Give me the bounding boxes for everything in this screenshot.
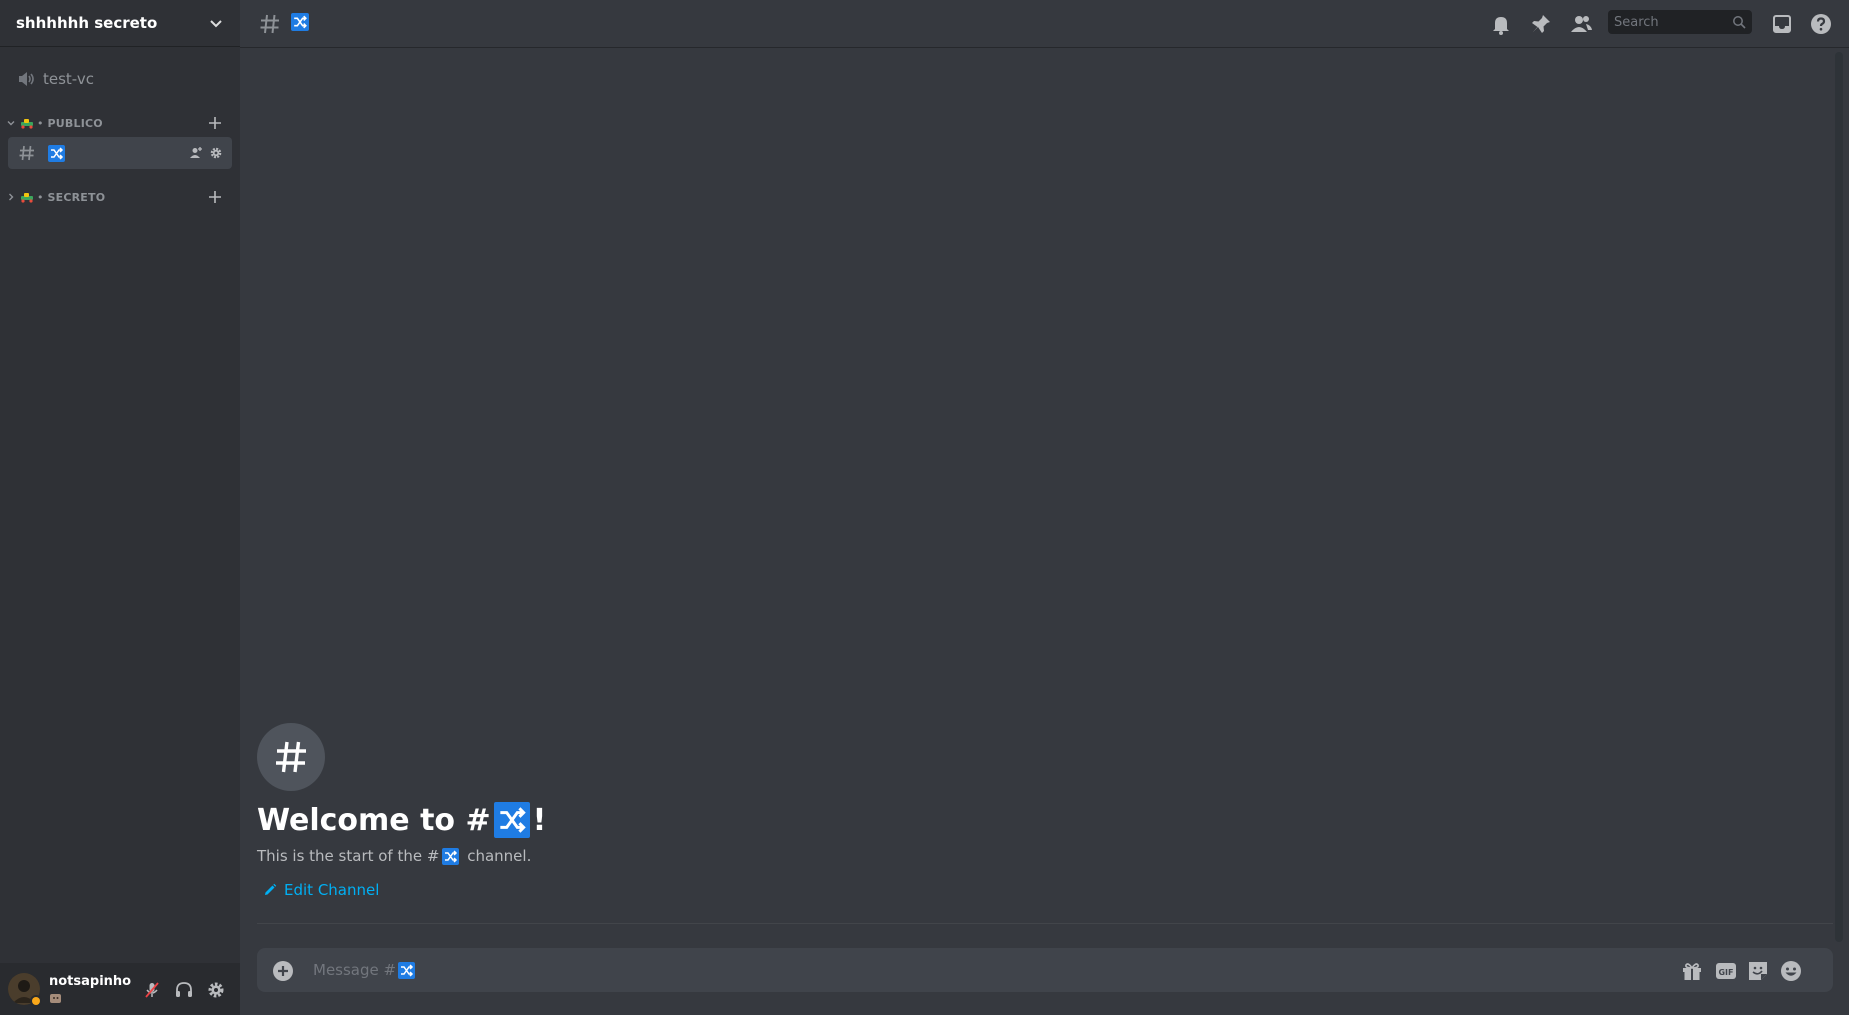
edit-channel-label: Edit Channel: [284, 881, 380, 899]
shuffle-emoji-icon: [398, 961, 416, 979]
category-emoji-icon: [21, 119, 33, 129]
welcome-hash-icon: [257, 723, 325, 791]
shuffle-emoji-icon: [493, 802, 530, 838]
gift-icon[interactable]: [1680, 959, 1704, 983]
channel-item-active[interactable]: [8, 137, 232, 169]
welcome-title: Welcome to # !: [257, 800, 546, 840]
chevron-right-icon: [9, 193, 14, 201]
hash-icon: [19, 145, 34, 161]
hash-icon: [260, 14, 279, 34]
server-name: shhhhhh secreto: [16, 14, 158, 32]
welcome-subtitle: This is the start of the # channel.: [257, 846, 531, 866]
welcome-sub-suffix: channel.: [462, 847, 532, 865]
channel-shuffle-emoji-icon: [291, 13, 309, 31]
category-publico[interactable]: • PUBLICO: [0, 113, 240, 133]
message-placeholder: Message #: [313, 961, 397, 979]
mic-muted-icon[interactable]: [142, 980, 162, 1000]
message-composer[interactable]: Message # GIF: [257, 948, 1833, 992]
headphones-icon[interactable]: [174, 980, 194, 1000]
voice-channel-test-vc[interactable]: test-vc: [8, 66, 232, 91]
edit-channel-link[interactable]: Edit Channel: [263, 879, 379, 901]
category-label: PUBLICO: [47, 116, 103, 130]
bell-icon[interactable]: [1489, 12, 1513, 36]
pencil-icon: [265, 883, 277, 895]
create-channel-plus-icon[interactable]: [208, 116, 222, 130]
shuffle-emoji-icon: [48, 144, 65, 162]
message-input[interactable]: Message #: [313, 960, 416, 980]
username: notsapinho: [49, 974, 132, 989]
search-input[interactable]: [1614, 10, 1724, 34]
voice-channel-label: test-vc: [43, 69, 94, 88]
sticker-icon[interactable]: [1746, 959, 1770, 983]
channel-sidebar: shhhhhh secreto test-vc • PUBLICO • SECR…: [0, 0, 240, 1015]
channel-header: [240, 0, 1849, 48]
gif-icon[interactable]: GIF: [1714, 959, 1738, 983]
scrollbar[interactable]: [1835, 52, 1843, 942]
chevron-down-icon: [7, 121, 15, 126]
custom-status-emoji-icon: [50, 994, 61, 1003]
welcome-title-prefix: Welcome to #: [257, 802, 491, 838]
pin-icon[interactable]: [1529, 12, 1553, 36]
add-attachment-icon[interactable]: [272, 960, 294, 982]
chat-area: Welcome to # ! This is the start of the …: [240, 0, 1849, 1015]
speaker-icon: [19, 71, 34, 86]
user-panel: notsapinho: [0, 963, 240, 1015]
invite-user-icon[interactable]: [189, 146, 203, 160]
emoji-icon[interactable]: [1779, 959, 1803, 983]
svg-text:GIF: GIF: [1718, 968, 1733, 977]
chevron-down-icon: [210, 20, 222, 28]
divider: [257, 923, 1833, 924]
avatar[interactable]: [8, 973, 42, 1007]
idle-status-icon: [30, 995, 42, 1007]
category-secreto[interactable]: • SECRETO: [0, 187, 240, 207]
inbox-icon[interactable]: [1770, 12, 1794, 36]
category-dot: •: [37, 190, 44, 204]
search-box[interactable]: [1608, 10, 1752, 34]
welcome-sub-prefix: This is the start of the #: [257, 847, 440, 865]
member-list-icon[interactable]: [1569, 12, 1593, 36]
category-dot: •: [37, 116, 44, 130]
category-emoji-icon: [21, 193, 33, 203]
discord-app: shhhhhh secreto test-vc • PUBLICO • SECR…: [0, 0, 1849, 1015]
user-settings-gear-icon[interactable]: [206, 980, 226, 1000]
help-icon[interactable]: [1809, 12, 1833, 36]
create-channel-plus-icon[interactable]: [208, 190, 222, 204]
server-header[interactable]: shhhhhh secreto: [0, 0, 240, 47]
gear-icon[interactable]: [209, 146, 223, 160]
search-icon: [1733, 16, 1746, 29]
shuffle-emoji-icon: [442, 847, 460, 865]
category-label: SECRETO: [47, 190, 106, 204]
welcome-title-suffix: !: [532, 802, 547, 838]
